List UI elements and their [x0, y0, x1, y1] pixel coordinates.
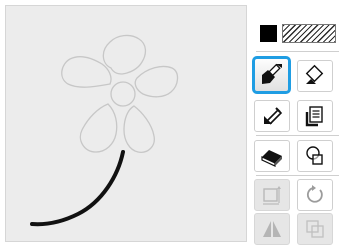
petal-left [61, 56, 112, 88]
petal-top [102, 34, 147, 75]
primary-color-swatch[interactable] [260, 25, 277, 42]
petal-bottom-right [123, 105, 155, 153]
drawing-canvas[interactable] [5, 5, 247, 242]
pen-tool-button[interactable] [254, 100, 290, 132]
divider [256, 135, 339, 136]
eraser-tool-button[interactable] [254, 140, 290, 172]
duplicate-tool-button[interactable] [297, 213, 333, 245]
brush-stroke-stem [30, 150, 125, 227]
mirror-tool-button[interactable] [254, 213, 290, 245]
rotate-tool-button[interactable] [297, 179, 333, 211]
divider [256, 175, 339, 176]
text-tool-button[interactable] [297, 100, 333, 132]
pattern-fill-swatch[interactable] [282, 24, 336, 43]
eraser-icon [261, 150, 282, 167]
canvas-artwork [30, 34, 179, 227]
divider [256, 51, 339, 52]
resize-tool-button[interactable] [254, 179, 290, 211]
resize-icon [263, 186, 281, 205]
shape-tool-button[interactable] [297, 140, 333, 172]
brush-tool-button[interactable] [252, 56, 291, 94]
shapes-icon [306, 146, 323, 165]
petal-bottom-left [79, 103, 118, 153]
text-page-icon [305, 106, 323, 127]
paint-brush-icon [261, 63, 282, 84]
fill-tool-button[interactable] [297, 60, 333, 92]
petal-right [134, 65, 179, 98]
mirror-icon [263, 221, 281, 237]
tool-panel [252, 0, 339, 245]
rotate-icon [306, 185, 323, 203]
flower-center [110, 81, 136, 107]
duplicate-icon [306, 220, 324, 238]
paint-bucket-icon [305, 64, 324, 84]
flower-outline [61, 34, 179, 153]
pen-icon [264, 107, 283, 125]
